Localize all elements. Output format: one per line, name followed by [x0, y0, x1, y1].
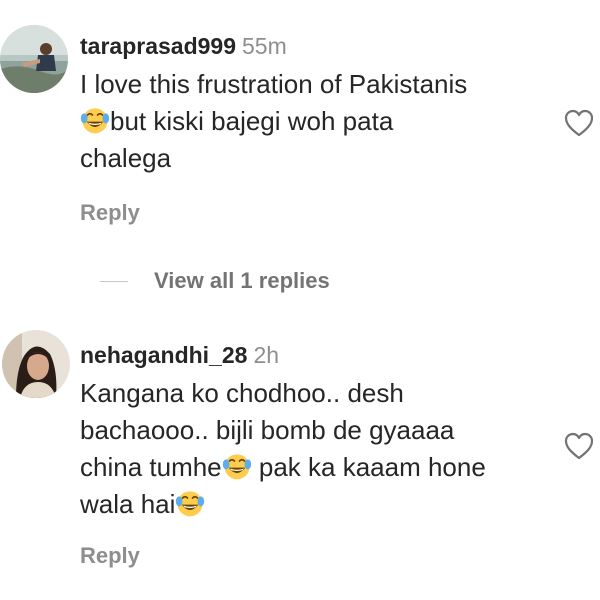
face-with-tears-of-joy-icon: [175, 488, 205, 518]
username[interactable]: nehagandhi_28: [80, 342, 247, 368]
comment-text: Kangana ko chodhoo.. desh bachaooo.. bij…: [80, 375, 550, 523]
comment-line: Kangana ko chodhoo.. desh: [80, 378, 404, 408]
comment-header: nehagandhi_28 2h: [80, 342, 279, 369]
reply-button[interactable]: Reply: [80, 543, 140, 569]
comment-line-text: pak ka kaaam hone: [251, 452, 486, 482]
comment-line: but kiski bajegi woh pata: [80, 103, 550, 140]
avatar-photo: [2, 330, 70, 398]
comment-line: I love this frustration of Pakistanis: [80, 69, 468, 99]
timestamp: 2h: [253, 342, 280, 368]
comment-line: wala hai: [80, 486, 550, 523]
avatar-photo: [0, 25, 68, 93]
timestamp: 55m: [242, 33, 287, 59]
comment-line: bachaooo.. bijli bomb de gyaaaa: [80, 415, 455, 445]
comment-line: china tumhe pak ka kaaam hone: [80, 449, 550, 486]
face-with-tears-of-joy-icon: [80, 105, 110, 135]
view-replies-label: View all 1 replies: [154, 268, 330, 293]
heart-icon[interactable]: [563, 108, 595, 138]
comment-item: taraprasad999 55m I love this frustration…: [0, 0, 600, 240]
face-with-tears-of-joy-icon: [222, 451, 252, 481]
username[interactable]: taraprasad999: [80, 33, 236, 59]
avatar[interactable]: [2, 330, 70, 398]
comment-line-text: china tumhe: [80, 452, 222, 482]
comment-line-text: wala hai: [80, 489, 176, 519]
comment-text: I love this frustration of Pakistanis bu…: [80, 66, 550, 177]
avatar[interactable]: [0, 25, 68, 93]
comment-item: nehagandhi_28 2h Kangana ko chodhoo.. des…: [0, 320, 600, 590]
comment-line: chalega: [80, 143, 172, 173]
comment-line-text: but kiski bajegi woh pata: [110, 106, 394, 136]
heart-icon[interactable]: [563, 431, 595, 461]
comment-header: taraprasad999 55m: [80, 33, 287, 60]
reply-button[interactable]: Reply: [80, 200, 140, 226]
view-replies-button[interactable]: View all 1 replies: [100, 264, 330, 298]
replies-divider: [100, 280, 128, 282]
